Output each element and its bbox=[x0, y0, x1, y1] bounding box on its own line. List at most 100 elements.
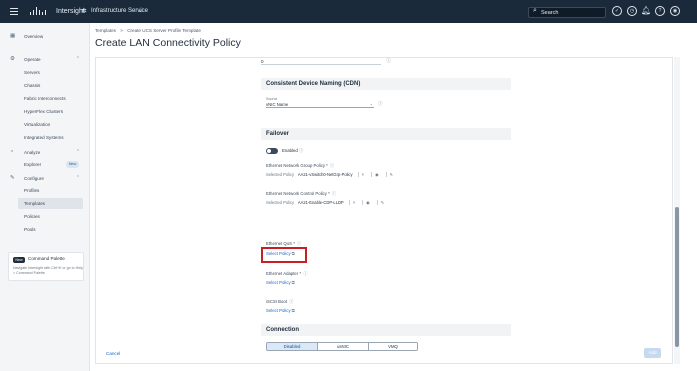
sidebar-item-label: Servers bbox=[24, 70, 40, 75]
command-palette-description: Navigate Intersight with Ctrl+K or go to… bbox=[13, 266, 84, 275]
notifications-icon[interactable]: 🔔︎ bbox=[641, 6, 651, 16]
search-input[interactable] bbox=[541, 9, 601, 17]
sidebar-item-overview[interactable]: ▦ Overview bbox=[0, 31, 88, 42]
view-icon[interactable]: ◉ bbox=[371, 172, 382, 177]
page-title: Create LAN Connectivity Policy bbox=[95, 37, 241, 49]
info-icon: ⓘ bbox=[296, 241, 302, 246]
info-icon: ⓘ bbox=[303, 271, 308, 276]
cdn-section-heading: Consistent Device Naming (CDN) bbox=[261, 78, 511, 90]
view-icon[interactable]: ◉ bbox=[362, 200, 373, 205]
menu-icon[interactable] bbox=[10, 8, 18, 15]
clear-icon[interactable]: × bbox=[357, 172, 367, 177]
search-box[interactable]: ⌕ bbox=[528, 7, 606, 18]
edit-icon[interactable]: ✎ bbox=[376, 200, 387, 205]
chevron-down-icon[interactable]: ⌄ bbox=[138, 0, 143, 23]
iscsi-boot-select-policy[interactable]: Select Policy⧉ bbox=[266, 308, 295, 313]
sidebar-group-analyze[interactable]: ◔ Analyze ⌃ bbox=[0, 147, 88, 158]
breadcrumb-current: Create UCS Server Profile Template bbox=[127, 28, 201, 33]
sidebar-group-label: Configure bbox=[24, 176, 44, 181]
sidebar-item-label: Virtualization bbox=[24, 122, 51, 127]
ethernet-adapter-select-policy[interactable]: Select Policy⧉ bbox=[266, 280, 295, 285]
failover-section-heading: Failover bbox=[261, 128, 511, 140]
sidebar-item-profiles[interactable]: Profiles bbox=[0, 185, 88, 196]
connection-option-vmq[interactable]: VMQ bbox=[369, 343, 417, 350]
cdn-source-label: Source bbox=[266, 97, 278, 101]
network-group-label: Ethernet Network Group Policy * ⓘ bbox=[266, 163, 334, 169]
help-icon[interactable]: ? bbox=[655, 6, 665, 16]
sidebar-item-label: Overview bbox=[24, 34, 44, 39]
top-field-value: 0 bbox=[261, 59, 264, 64]
qos-highlight-box bbox=[261, 247, 307, 263]
sidebar-item-servers[interactable]: Servers bbox=[0, 67, 88, 78]
ethernet-adapter-label: Ethernet Adapter * ⓘ bbox=[266, 271, 307, 277]
new-badge: New bbox=[66, 161, 79, 168]
network-control-label: Ethernet Network Control Policy * ⓘ bbox=[266, 191, 336, 197]
info-icon: ⓘ bbox=[298, 148, 304, 153]
command-palette-title: Command Palette bbox=[28, 256, 65, 261]
sidebar-item-virtualization[interactable]: Virtualization bbox=[0, 119, 88, 130]
connection-segmented-control: Disabled usNIC VMQ bbox=[266, 342, 418, 351]
clear-icon[interactable]: × bbox=[348, 200, 358, 205]
sidebar-item-fabric-interconnects[interactable]: Fabric Interconnects bbox=[0, 93, 88, 104]
cancel-button[interactable]: Cancel bbox=[106, 351, 120, 356]
sidebar-item-chassis[interactable]: Chassis bbox=[0, 80, 88, 91]
edit-icon[interactable]: ✎ bbox=[385, 172, 396, 177]
network-group-label-text: Ethernet Network Group Policy * bbox=[266, 163, 328, 168]
operate-icon: ⚙ bbox=[10, 56, 15, 62]
tasks-icon[interactable]: ◷ bbox=[627, 6, 637, 16]
failover-toggle[interactable] bbox=[266, 148, 278, 154]
info-icon: ⓘ bbox=[378, 101, 383, 106]
connection-option-disabled[interactable]: Disabled bbox=[267, 343, 318, 350]
iscsi-boot-label: iSCSI Boot ⓘ bbox=[266, 299, 293, 305]
cdn-source-select[interactable]: Source vNIC Name ⌄ bbox=[266, 97, 374, 108]
configure-icon: ✎ bbox=[10, 175, 15, 181]
toggle-label-text: Enabled bbox=[282, 148, 298, 153]
info-icon: ⓘ bbox=[386, 58, 392, 63]
services-icon[interactable]: ✲ bbox=[81, 0, 87, 23]
chevron-up-icon: ⌃ bbox=[75, 56, 80, 62]
form-panel: 0 ⓘ Consistent Device Naming (CDN) Sourc… bbox=[95, 57, 673, 364]
connection-option-usnic[interactable]: usNIC bbox=[318, 343, 369, 350]
selected-policy-name: AA21-vSwitch0-NetGrp-Policy bbox=[297, 172, 353, 177]
sidebar-item-label: Integrated Systems bbox=[24, 135, 64, 140]
status-icon[interactable]: ✓ bbox=[612, 6, 622, 16]
sidebar-item-pools[interactable]: Pools bbox=[0, 224, 88, 235]
sidebar-group-configure[interactable]: ✎ Configure ⌃ bbox=[0, 173, 88, 184]
breadcrumb: Templates > Create UCS Server Profile Te… bbox=[95, 28, 204, 33]
chevron-down-icon: ⌄ bbox=[369, 101, 373, 106]
user-icon[interactable]: ◉ bbox=[670, 6, 680, 16]
breadcrumb-separator: > bbox=[120, 28, 123, 33]
add-button[interactable]: Add bbox=[644, 348, 661, 358]
sidebar-group-operate[interactable]: ⚙ Operate ⌃ bbox=[0, 54, 88, 65]
command-palette-card[interactable]: New Command Palette Navigate Intersight … bbox=[8, 252, 84, 281]
overview-icon: ▦ bbox=[10, 33, 16, 39]
select-policy-text: Select Policy bbox=[266, 280, 291, 285]
sidebar-item-explorer[interactable]: Explorer New bbox=[0, 159, 88, 170]
sidebar-item-policies[interactable]: Policies bbox=[0, 211, 88, 222]
analyze-icon: ◔ bbox=[10, 149, 14, 155]
sidebar-item-label: Templates bbox=[24, 201, 45, 206]
sidebar-group-label: Operate bbox=[24, 57, 41, 62]
sidebar-item-label: Explorer bbox=[24, 162, 42, 167]
sidebar-item-label: Pools bbox=[24, 227, 36, 232]
breadcrumb-link-templates[interactable]: Templates bbox=[95, 28, 116, 33]
new-badge: New bbox=[13, 257, 25, 263]
select-policy-icon: ⧉ bbox=[291, 308, 295, 313]
select-policy-icon: ⧉ bbox=[291, 280, 295, 285]
selected-policy-tag: Selected Policy bbox=[266, 172, 294, 177]
iscsi-boot-label-text: iSCSI Boot bbox=[266, 299, 288, 304]
sidebar-item-integrated-systems[interactable]: Integrated Systems bbox=[0, 132, 88, 143]
sidebar-item-hyperflex-clusters[interactable]: HyperFlex Clusters bbox=[0, 106, 88, 117]
selected-policy-tag: Selected Policy bbox=[266, 200, 294, 205]
sidebar-item-templates[interactable]: Templates bbox=[18, 198, 83, 209]
lan-connectivity-form: 0 ⓘ Consistent Device Naming (CDN) Sourc… bbox=[261, 58, 521, 363]
scrollbar[interactable] bbox=[674, 57, 680, 364]
search-icon: ⌕ bbox=[533, 7, 537, 14]
network-control-label-text: Ethernet Network Control Policy * bbox=[266, 191, 330, 196]
sidebar: ▦ Overview ⚙ Operate ⌃ Servers Chassis F… bbox=[0, 23, 90, 371]
scrollbar-thumb[interactable] bbox=[675, 207, 679, 347]
top-field[interactable]: 0 ⓘ bbox=[261, 58, 391, 65]
info-icon: ⓘ bbox=[289, 299, 294, 304]
ethernet-qos-label-text: Ethernet QoS * bbox=[266, 241, 295, 246]
sidebar-item-label: HyperFlex Clusters bbox=[24, 109, 64, 114]
